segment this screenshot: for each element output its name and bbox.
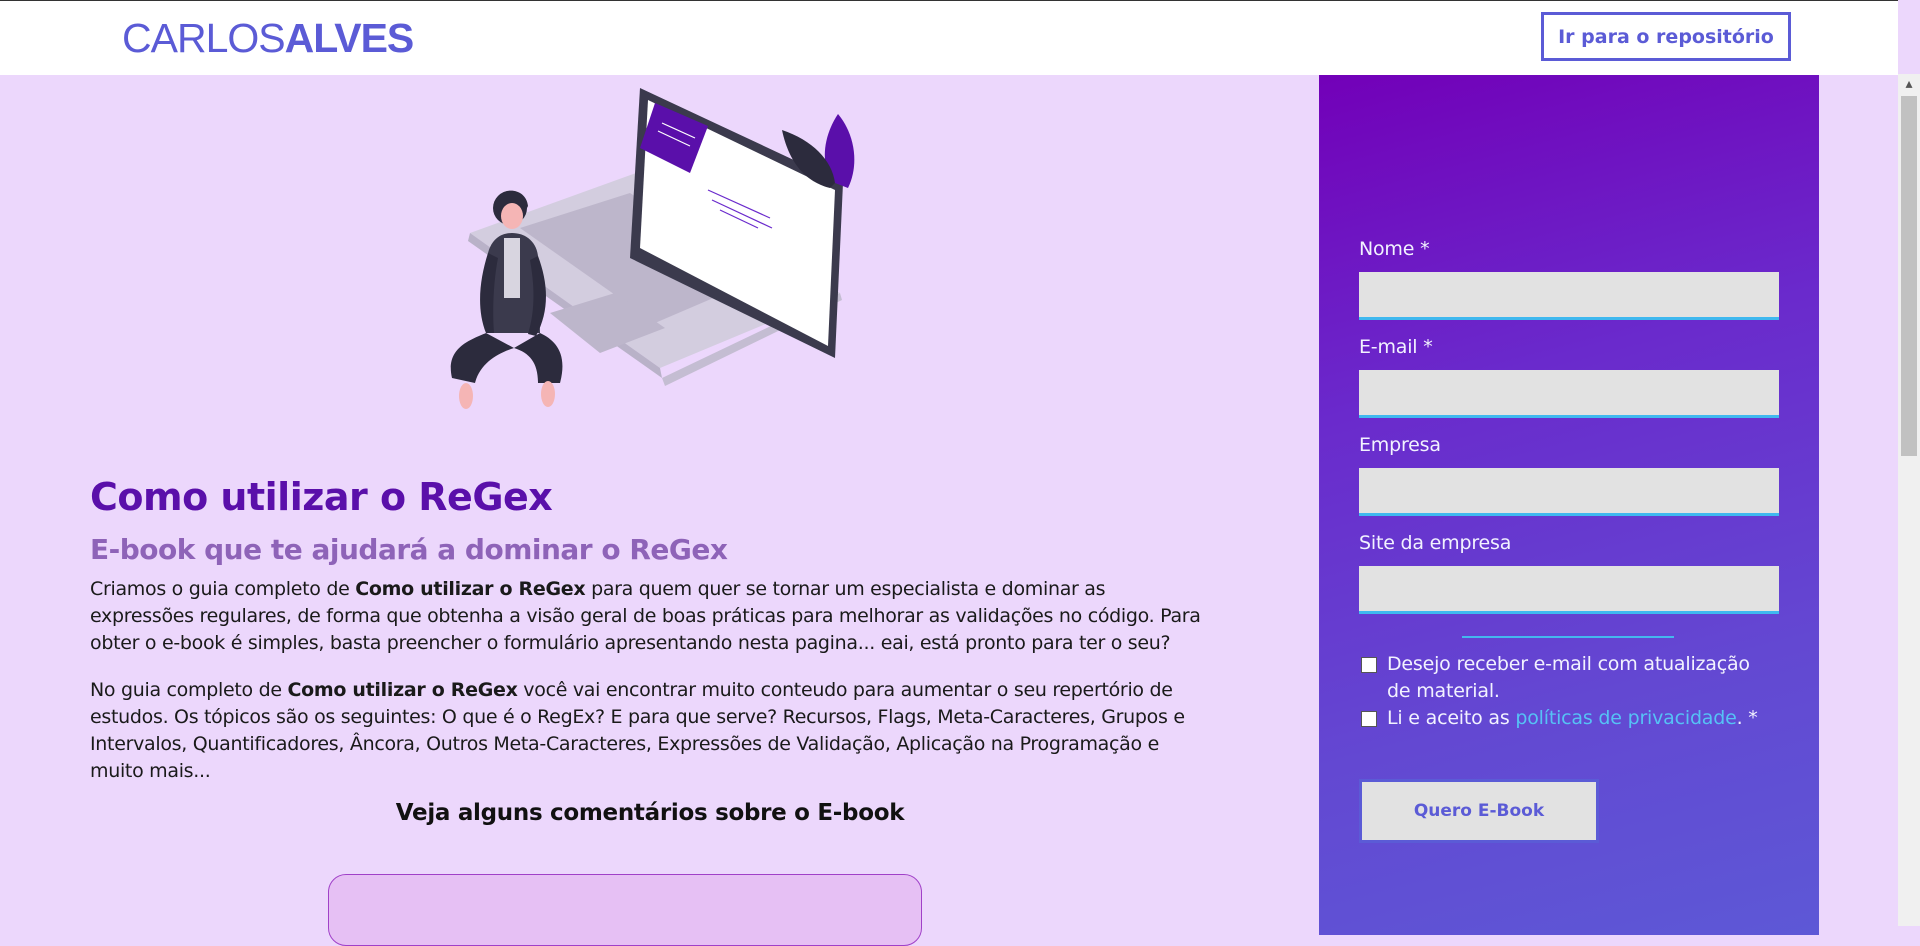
woman-laptop-illustration [450, 88, 855, 409]
intro-text-start: Criamos o guia completo de [90, 578, 356, 600]
top-navbar: CARLOSALVES Ir para o repositório [0, 0, 1898, 75]
intro-paragraph: Criamos o guia completo de Como utilizar… [90, 576, 1210, 657]
scroll-up-arrow-icon[interactable]: ▴ [1898, 74, 1920, 94]
name-label: Nome * [1359, 238, 1430, 260]
privacy-text: Li e aceito as [1387, 707, 1516, 729]
company-input[interactable] [1359, 468, 1779, 516]
newsletter-option: Desejo receber e-mail com atualização de… [1359, 651, 1777, 705]
topics-text-bold: Como utilizar o ReGex [287, 679, 518, 701]
company-site-input[interactable] [1359, 566, 1779, 614]
newsletter-label: Desejo receber e-mail com atualização de… [1387, 653, 1750, 702]
ebook-form: Nome * E-mail * Empresa Site da empresa … [1319, 75, 1819, 935]
page-scrollbar[interactable]: ▴ [1898, 74, 1920, 926]
topics-text-start: No guia completo de [90, 679, 288, 701]
newsletter-checkbox[interactable] [1361, 657, 1377, 673]
comments-heading: Veja alguns comentários sobre o E-book [395, 800, 905, 826]
form-divider [1462, 636, 1674, 638]
repository-button[interactable]: Ir para o repositório [1541, 12, 1791, 61]
privacy-option: Li e aceito as políticas de privacidade.… [1359, 705, 1777, 732]
privacy-policy-link[interactable]: políticas de privacidade [1515, 707, 1736, 729]
privacy-required-mark: . * [1736, 707, 1758, 729]
intro-text-bold: Como utilizar o ReGex [355, 578, 586, 600]
ebook-title: Como utilizar o ReGex [90, 475, 553, 519]
ebook-subtitle: E-book que te ajudará a dominar o ReGex [90, 533, 728, 566]
privacy-label: Li e aceito as políticas de privacidade.… [1387, 705, 1777, 732]
privacy-checkbox[interactable] [1361, 711, 1377, 727]
email-label: E-mail * [1359, 336, 1433, 358]
get-ebook-button[interactable]: Quero E-Book [1359, 779, 1599, 843]
comment-card [328, 874, 922, 946]
site-logo[interactable]: CARLOSALVES [122, 15, 415, 62]
company-label: Empresa [1359, 434, 1441, 456]
name-input[interactable] [1359, 272, 1779, 320]
logo-last-name: ALVES [284, 15, 415, 61]
scrollbar-thumb[interactable] [1901, 96, 1917, 456]
email-input[interactable] [1359, 370, 1779, 418]
topics-paragraph: No guia completo de Como utilizar o ReGe… [90, 677, 1210, 785]
logo-first-name: CARLOS [122, 15, 286, 61]
company-site-label: Site da empresa [1359, 532, 1512, 554]
